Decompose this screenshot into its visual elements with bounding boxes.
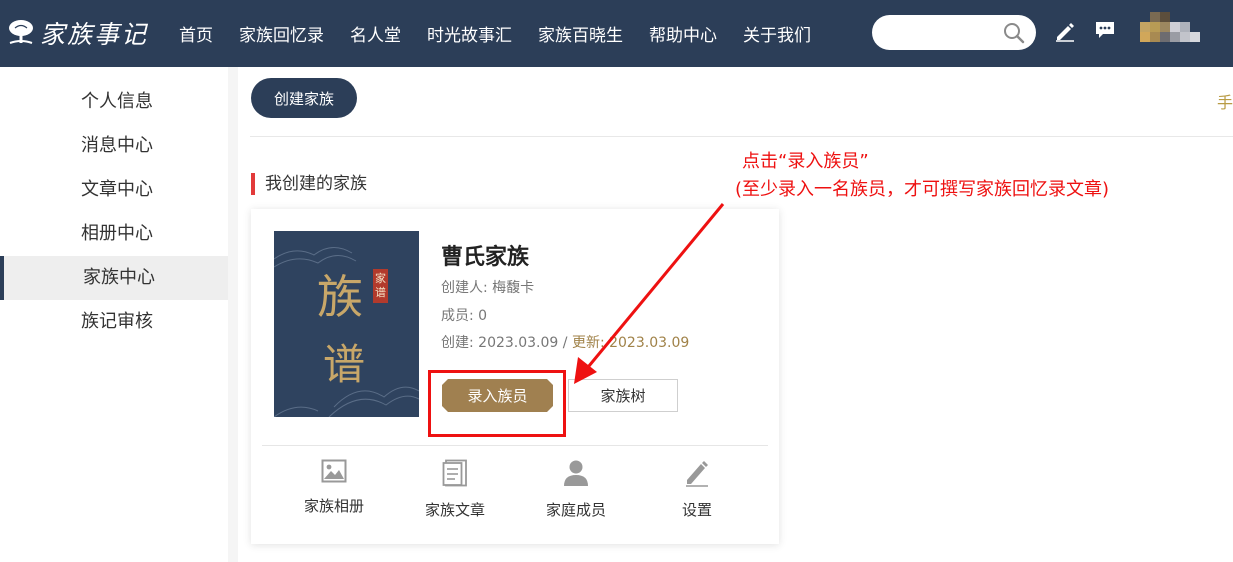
message-icon[interactable]: [1094, 20, 1116, 40]
edit-pencil-icon: [686, 461, 708, 487]
action-label: 家族相册: [303, 497, 364, 515]
action-family-album[interactable]: 家族相册: [284, 459, 384, 516]
updated-date: 更新: 2023.03.09: [571, 335, 690, 351]
nav-family-memoir[interactable]: 家族回忆录: [226, 21, 337, 46]
cover-title-char: 谱: [323, 340, 366, 389]
image-icon: [321, 459, 347, 483]
nav-home[interactable]: 首页: [166, 21, 226, 46]
sidebar-item-album-center[interactable]: 相册中心: [0, 212, 228, 256]
date-separator: /: [558, 335, 572, 351]
top-header: 家族事记 首页 家族回忆录 名人堂 时光故事汇 家族百晓生 帮助中心 关于我们: [0, 0, 1233, 67]
nav-hall-of-fame[interactable]: 名人堂: [337, 21, 414, 46]
sidebar: 个人信息 消息中心 文章中心 相册中心 家族中心 族记审核: [0, 67, 228, 562]
family-cover-image[interactable]: 族 谱 家谱: [274, 231, 419, 417]
search-input[interactable]: [872, 15, 1036, 50]
card-divider: [262, 445, 768, 446]
family-name[interactable]: 曹氏家族: [441, 239, 529, 271]
create-family-button[interactable]: 创建家族: [251, 78, 357, 118]
created-date: 创建: 2023.03.09: [441, 335, 559, 351]
sidebar-item-article-center[interactable]: 文章中心: [0, 168, 228, 212]
cover-seal: 家谱: [373, 269, 388, 303]
annotation-text: 点击“录入族员”: [742, 151, 869, 172]
nav-about-us[interactable]: 关于我们: [730, 21, 824, 46]
cover-title-char: 族: [317, 270, 363, 324]
annotation-highlight-box: [428, 370, 566, 437]
main-nav: 首页 家族回忆录 名人堂 时光故事汇 家族百晓生 帮助中心 关于我们: [166, 0, 824, 67]
search-icon[interactable]: [1003, 22, 1025, 44]
write-pen-icon[interactable]: [1054, 20, 1076, 42]
nav-help-center[interactable]: 帮助中心: [636, 21, 730, 46]
user-icon: [564, 460, 588, 486]
main-content: 创建家族 手 我创建的家族 族 谱 家谱 曹氏家族 创建人: 梅馥卡 成员: 0…: [238, 67, 1233, 562]
nav-family-qa[interactable]: 家族百晓生: [525, 21, 636, 46]
sidebar-item-review[interactable]: 族记审核: [0, 300, 228, 344]
action-settings[interactable]: 设置: [647, 459, 747, 520]
action-family-articles[interactable]: 家族文章: [405, 459, 505, 520]
logo-text: 家族事记: [40, 20, 149, 49]
divider: [250, 136, 1233, 137]
sidebar-item-family-center[interactable]: 家族中心: [0, 256, 228, 300]
family-dates: 创建: 2023.03.09 / 更新: 2023.03.09: [441, 332, 689, 352]
family-tree-button[interactable]: 家族树: [568, 379, 678, 412]
family-creator: 创建人: 梅馥卡: [441, 280, 535, 296]
avatar[interactable]: [1140, 12, 1200, 52]
sidebar-item-personal-info[interactable]: 个人信息: [0, 80, 228, 124]
logo[interactable]: 家族事记: [6, 14, 148, 52]
action-label: 家族文章: [424, 501, 485, 519]
tree-logo-icon: [9, 20, 33, 44]
document-icon: [442, 459, 467, 487]
family-member-count: 成员: 0: [441, 308, 488, 324]
annotation-subtext: (至少录入一名族员，才可撰写家族回忆录文章): [735, 179, 1110, 200]
section-title: 我创建的家族: [251, 173, 367, 195]
action-family-members[interactable]: 家庭成员: [526, 459, 626, 520]
action-label: 设置: [681, 501, 712, 519]
action-label: 家庭成员: [545, 501, 606, 519]
nav-time-stories[interactable]: 时光故事汇: [414, 21, 525, 46]
sidebar-item-message-center[interactable]: 消息中心: [0, 124, 228, 168]
edge-cut-text: 手: [1216, 93, 1233, 112]
